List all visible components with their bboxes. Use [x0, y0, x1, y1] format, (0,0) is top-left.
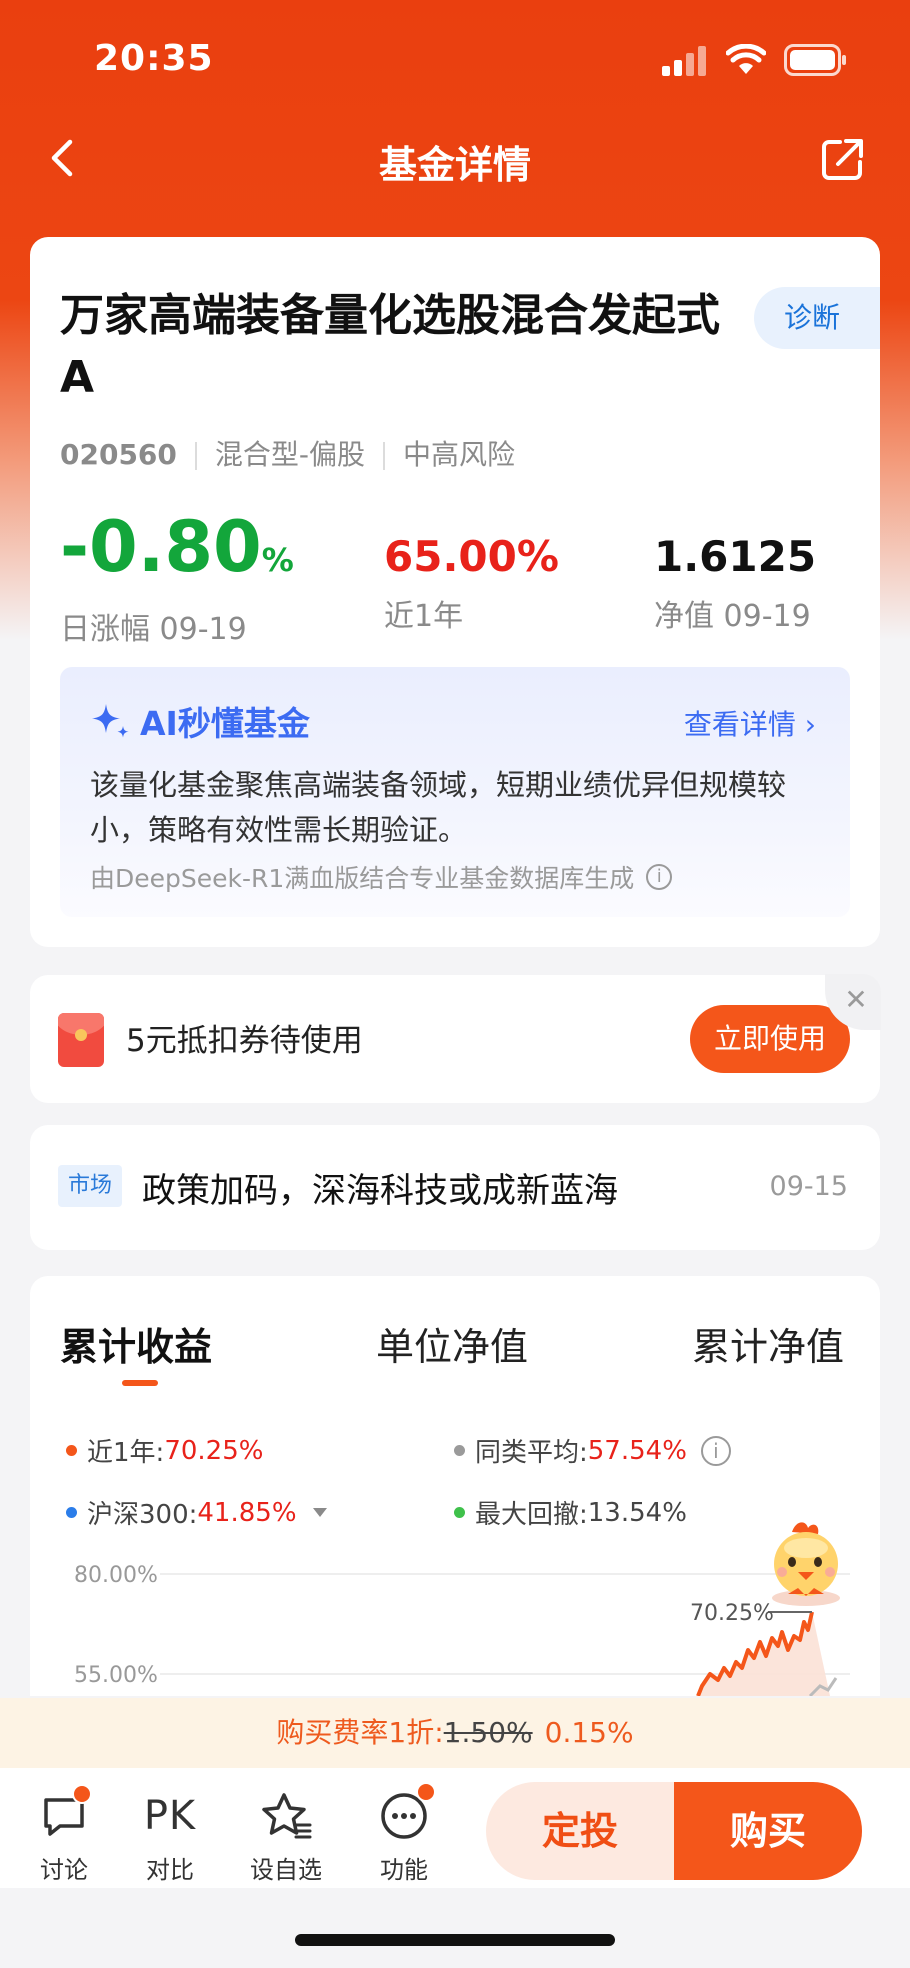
ai-view-details-label: 查看详情 [683, 708, 796, 741]
legend-dot [66, 1507, 77, 1518]
year-return-metric: 65.00% 近1年 [384, 507, 559, 635]
ai-source-note: 由DeepSeek-R1满血版结合专业基金数据库生成 i [90, 859, 673, 895]
dropdown-arrow-icon[interactable] [312, 1508, 327, 1517]
ai-view-details-link[interactable]: 查看详情 › [684, 703, 816, 743]
fund-risk: 中高风险 [403, 438, 516, 471]
fee-original: 1.50% [443, 1716, 533, 1749]
performance-chart: 80.00% 55.00% 70.25% [74, 1563, 850, 1696]
legend-csi300[interactable]: 沪深300: 41.85% [66, 1494, 327, 1531]
tab-cumulative-return[interactable]: 累计收益 [60, 1316, 212, 1371]
legend-peer-average: 同类平均: 57.54% i [454, 1432, 731, 1469]
functions-button[interactable]: 功能 [354, 1782, 454, 1885]
ai-summary-title: AI秒懂基金 [90, 697, 310, 745]
sparkle-icon [92, 704, 129, 738]
legend-label: 沪深300: [87, 1500, 198, 1530]
compare-label: 对比 [146, 1856, 194, 1884]
daily-change-value: -0.80 [60, 506, 262, 588]
share-icon[interactable] [820, 136, 866, 182]
signal-icon [662, 46, 706, 76]
daily-change-label: 日涨幅 09-19 [60, 612, 247, 647]
nav-metric: 1.6125 净值 09-19 [654, 507, 816, 635]
ai-title-text: AI秒懂基金 [140, 704, 310, 743]
notification-dot [416, 1782, 436, 1802]
chick-mascot-icon[interactable] [758, 1518, 854, 1608]
red-envelope-icon [58, 1013, 104, 1067]
nav-bar: 基金详情 [0, 120, 910, 200]
y-tick-middle: 55.00% [74, 1663, 158, 1688]
wifi-icon [726, 44, 766, 74]
bottom-action-bar: 讨论 PK 对比 设自选 功能 定投 购买 [0, 1768, 910, 1888]
ai-source-text: 由DeepSeek-R1满血版结合专业基金数据库生成 [90, 864, 635, 893]
active-tab-indicator [122, 1380, 158, 1386]
pk-icon: PK [143, 1793, 197, 1839]
news-card[interactable]: 市场 政策加码，深海科技或成新蓝海 09-15 [30, 1125, 880, 1250]
buy-button[interactable]: 购买 [674, 1782, 862, 1880]
news-title: 政策加码，深海科技或成新蓝海 [142, 1171, 618, 1211]
tab-cumulative-nav[interactable]: 累计净值 [692, 1316, 844, 1371]
y-tick-top: 80.00% [74, 1563, 158, 1588]
legend-label: 近1年: [87, 1438, 165, 1468]
fund-meta: 020560 混合型-偏股 中高风险 [60, 433, 515, 473]
nav-label: 净值 09-19 [654, 599, 811, 634]
legend-value: 13.54% [587, 1497, 687, 1528]
legend-max-drawdown: 最大回撤: 13.54% [454, 1494, 687, 1531]
nav-value: 1.6125 [654, 532, 817, 581]
ai-summary-text: 该量化基金聚焦高端装备领域，短期业绩优异但规模较小，策略有效性需长期验证。 [90, 768, 787, 847]
battery-icon [784, 44, 846, 76]
sip-button[interactable]: 定投 [486, 1782, 674, 1880]
star-icon [262, 1793, 312, 1839]
fund-type: 混合型-偏股 [214, 438, 366, 471]
legend-dot [454, 1507, 465, 1518]
legend-value: 57.54% [587, 1435, 687, 1466]
news-date: 09-15 [769, 1171, 848, 1202]
fund-code: 020560 [60, 438, 177, 471]
watchlist-label: 设自选 [250, 1856, 322, 1884]
discuss-label: 讨论 [40, 1856, 88, 1884]
legend-value: 70.25% [164, 1435, 264, 1466]
info-icon[interactable]: i [646, 864, 673, 890]
add-watchlist-button[interactable]: 设自选 [236, 1788, 336, 1885]
performance-chart-card: 累计收益 单位净值 累计净值 近1年: 70.25% 同类平均: 57.54% i … [30, 1276, 880, 1696]
news-tag: 市场 [58, 1165, 123, 1207]
info-icon[interactable]: i [700, 1435, 731, 1466]
fee-discounted: 0.15% [544, 1716, 634, 1749]
year-return-value: 65.00% [384, 532, 559, 581]
divider [383, 442, 386, 470]
legend-label: 同类平均: [475, 1438, 588, 1468]
legend-one-year: 近1年: 70.25% [66, 1432, 263, 1469]
diagnose-button[interactable]: 诊断 [754, 287, 880, 349]
functions-label: 功能 [380, 1856, 428, 1884]
divider [194, 442, 197, 470]
fund-summary-card: 万家高端装备量化选股混合发起式A 诊断 020560 混合型-偏股 中高风险 -0.… [30, 237, 880, 947]
coupon-text: 5元抵扣券待使用 [126, 1023, 363, 1059]
discuss-button[interactable]: 讨论 [14, 1784, 114, 1885]
status-bar: 20:35 [0, 0, 910, 120]
daily-change-unit: % [261, 541, 294, 579]
fee-discount-banner: 购买费率1折:1.50% 0.15% [0, 1698, 910, 1768]
chevron-right-icon: › [804, 708, 816, 741]
fund-name: 万家高端装备量化选股混合发起式A [60, 290, 720, 403]
coupon-card: 5元抵扣券待使用 立即使用 ✕ [30, 974, 881, 1103]
legend-label: 最大回撤: [475, 1500, 588, 1530]
daily-change-metric: -0.80% 日涨幅 09-19 [60, 507, 294, 648]
notification-dot [72, 1784, 92, 1804]
use-coupon-button[interactable]: 立即使用 [690, 1005, 850, 1073]
trade-button-group: 定投 购买 [486, 1782, 862, 1880]
page-title: 基金详情 [378, 143, 531, 187]
compare-button[interactable]: PK 对比 [120, 1788, 220, 1885]
year-return-label: 近1年 [384, 599, 464, 634]
tab-unit-nav[interactable]: 单位净值 [376, 1316, 528, 1371]
ai-summary-box[interactable]: AI秒懂基金 查看详情 › 该量化基金聚焦高端装备领域，短期业绩优异但规模较小，… [60, 667, 850, 917]
home-indicator [295, 1934, 615, 1946]
legend-dot [454, 1445, 465, 1456]
status-time: 20:35 [94, 38, 214, 79]
legend-dot [66, 1445, 77, 1456]
legend-value: 41.85% [197, 1497, 297, 1528]
fee-prefix: 购买费率1折: [276, 1716, 444, 1749]
